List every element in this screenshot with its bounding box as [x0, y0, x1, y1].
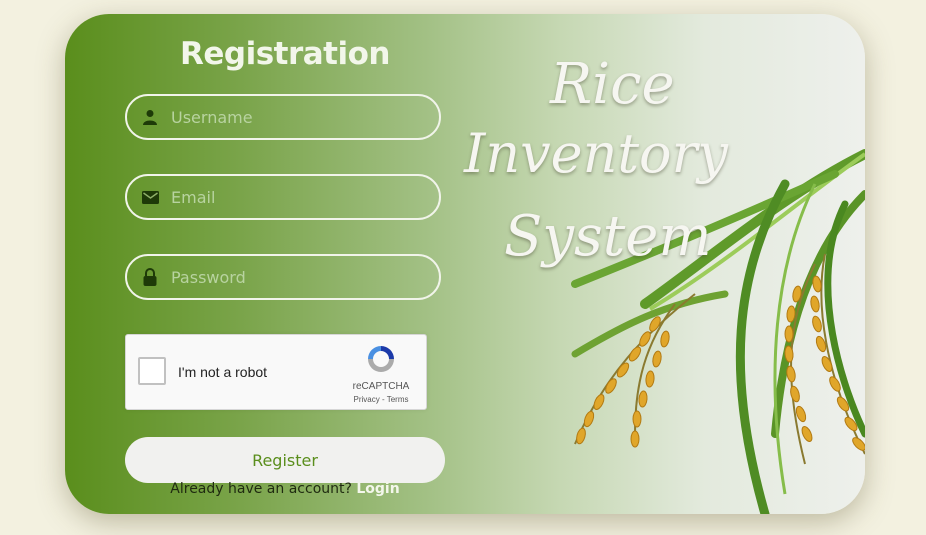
login-link[interactable]: Login — [356, 481, 399, 497]
username-field[interactable] — [125, 94, 441, 140]
hero-title-line2: Inventory — [464, 122, 728, 185]
recaptcha-brand: reCAPTCHA Privacy - Terms — [346, 343, 416, 404]
hero-title-line1: Rice — [550, 52, 675, 117]
recaptcha-logo-icon — [365, 346, 397, 379]
login-prompt-text: Already have an account? — [170, 481, 352, 497]
hero-title: Rice Inventory System — [460, 44, 760, 304]
recaptcha-privacy-terms[interactable]: Privacy - Terms — [346, 395, 416, 404]
username-input[interactable] — [169, 106, 439, 128]
email-field[interactable] — [125, 174, 441, 220]
registration-card: Registration I'm not a robot — [65, 14, 865, 514]
envelope-icon — [141, 188, 159, 206]
user-icon — [141, 108, 159, 126]
register-button[interactable]: Register — [125, 437, 445, 483]
form-title: Registration — [179, 36, 391, 72]
login-prompt: Already have an account? Login — [125, 481, 445, 497]
recaptcha-widget: I'm not a robot reCAPTCHA Privacy - Term… — [125, 334, 427, 410]
lock-icon — [141, 268, 159, 286]
recaptcha-checkbox[interactable] — [138, 357, 166, 385]
password-field[interactable] — [125, 254, 441, 300]
hero-title-line3: System — [504, 204, 712, 269]
recaptcha-label: I'm not a robot — [178, 364, 268, 380]
password-input[interactable] — [169, 266, 439, 288]
email-input[interactable] — [169, 186, 439, 208]
recaptcha-brand-name: reCAPTCHA — [352, 381, 410, 392]
